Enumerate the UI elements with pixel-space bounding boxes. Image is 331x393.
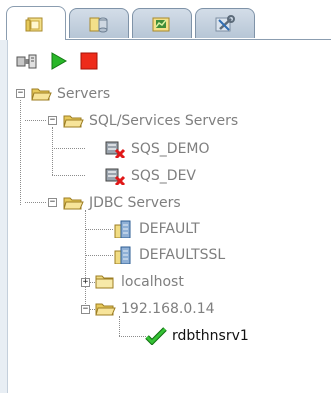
database-icon (89, 17, 108, 32)
collapse-sql-toggle[interactable]: − (48, 116, 57, 125)
tree-line (119, 316, 120, 336)
checkmark-icon (145, 327, 167, 345)
open-folder-icon (63, 115, 84, 128)
tree-node-label: DEFAULTSSL (139, 247, 226, 263)
collapse-ip-toggle[interactable]: − (81, 305, 90, 314)
server-panel: − − − + − Servers SQL/Services Servers S… (0, 0, 331, 393)
collapse-servers-toggle[interactable]: − (16, 89, 25, 98)
tree-node-label: DEFAULT (139, 221, 200, 237)
chart-icon (152, 17, 170, 31)
tree-node-label: SQS_DEMO (131, 141, 210, 157)
tree-line (25, 120, 46, 121)
open-folder-icon (31, 88, 52, 101)
tab-tools[interactable] (195, 8, 255, 38)
tree-node-localhost[interactable]: localhost (94, 272, 184, 292)
tab-bar (6, 6, 331, 40)
tree-line (52, 175, 85, 176)
play-icon (51, 52, 68, 70)
tab-databases[interactable] (69, 8, 129, 38)
tools-icon (215, 14, 235, 31)
stop-icon (80, 52, 98, 70)
tree-line (85, 255, 113, 256)
tree-node-sqs-demo[interactable]: SQS_DEMO (104, 139, 210, 159)
tree-line (20, 100, 21, 205)
collapse-jdbc-toggle[interactable]: − (48, 198, 57, 207)
tree-line (119, 336, 146, 337)
jdbc-server-icon (114, 220, 131, 238)
server-error-icon (105, 141, 126, 158)
run-button[interactable] (45, 49, 71, 73)
tree-node-label: localhost (121, 274, 184, 290)
tree-node-label: SQS_DEV (131, 168, 196, 184)
tree-node-default[interactable]: DEFAULT (112, 219, 200, 239)
tree-node-label: rdbthnsrv1 (172, 328, 249, 344)
tree-node-label: SQL/Services Servers (89, 113, 239, 129)
tree-node-sqs-dev[interactable]: SQS_DEV (104, 166, 196, 186)
expand-localhost-toggle[interactable]: + (81, 278, 90, 287)
tree-node-label: 192.168.0.14 (121, 301, 215, 317)
tree-line (85, 229, 113, 230)
tab-folders[interactable] (6, 6, 66, 40)
tree-line (25, 202, 46, 203)
tree-line (85, 210, 86, 310)
folder-icon (95, 275, 114, 289)
panel-left-edge (0, 40, 8, 393)
jdbc-server-icon (114, 246, 131, 264)
tree-line (52, 148, 85, 149)
open-folder-icon (95, 303, 116, 316)
tree-node-servers[interactable]: Servers (30, 84, 110, 104)
tree-node-defaultssl[interactable]: DEFAULTSSL (112, 245, 225, 265)
tree-node-ip[interactable]: 192.168.0.14 (94, 299, 215, 319)
folder-icon (25, 17, 43, 31)
tree-node-sql-servers[interactable]: SQL/Services Servers (62, 111, 238, 131)
toolbar (14, 48, 107, 74)
stop-button[interactable] (76, 49, 102, 73)
open-folder-icon (63, 197, 84, 210)
server-error-icon (105, 168, 126, 185)
tree-node-rdbthnsrv1[interactable]: rdbthnsrv1 (145, 326, 249, 346)
tree-line (52, 127, 53, 175)
connect-button[interactable] (14, 49, 40, 73)
tab-charts[interactable] (132, 8, 192, 38)
tree-node-jdbc-servers[interactable]: JDBC Servers (62, 193, 181, 213)
tree-node-label: Servers (57, 86, 111, 102)
connect-icon (16, 54, 37, 69)
tree-node-label: JDBC Servers (89, 195, 181, 211)
